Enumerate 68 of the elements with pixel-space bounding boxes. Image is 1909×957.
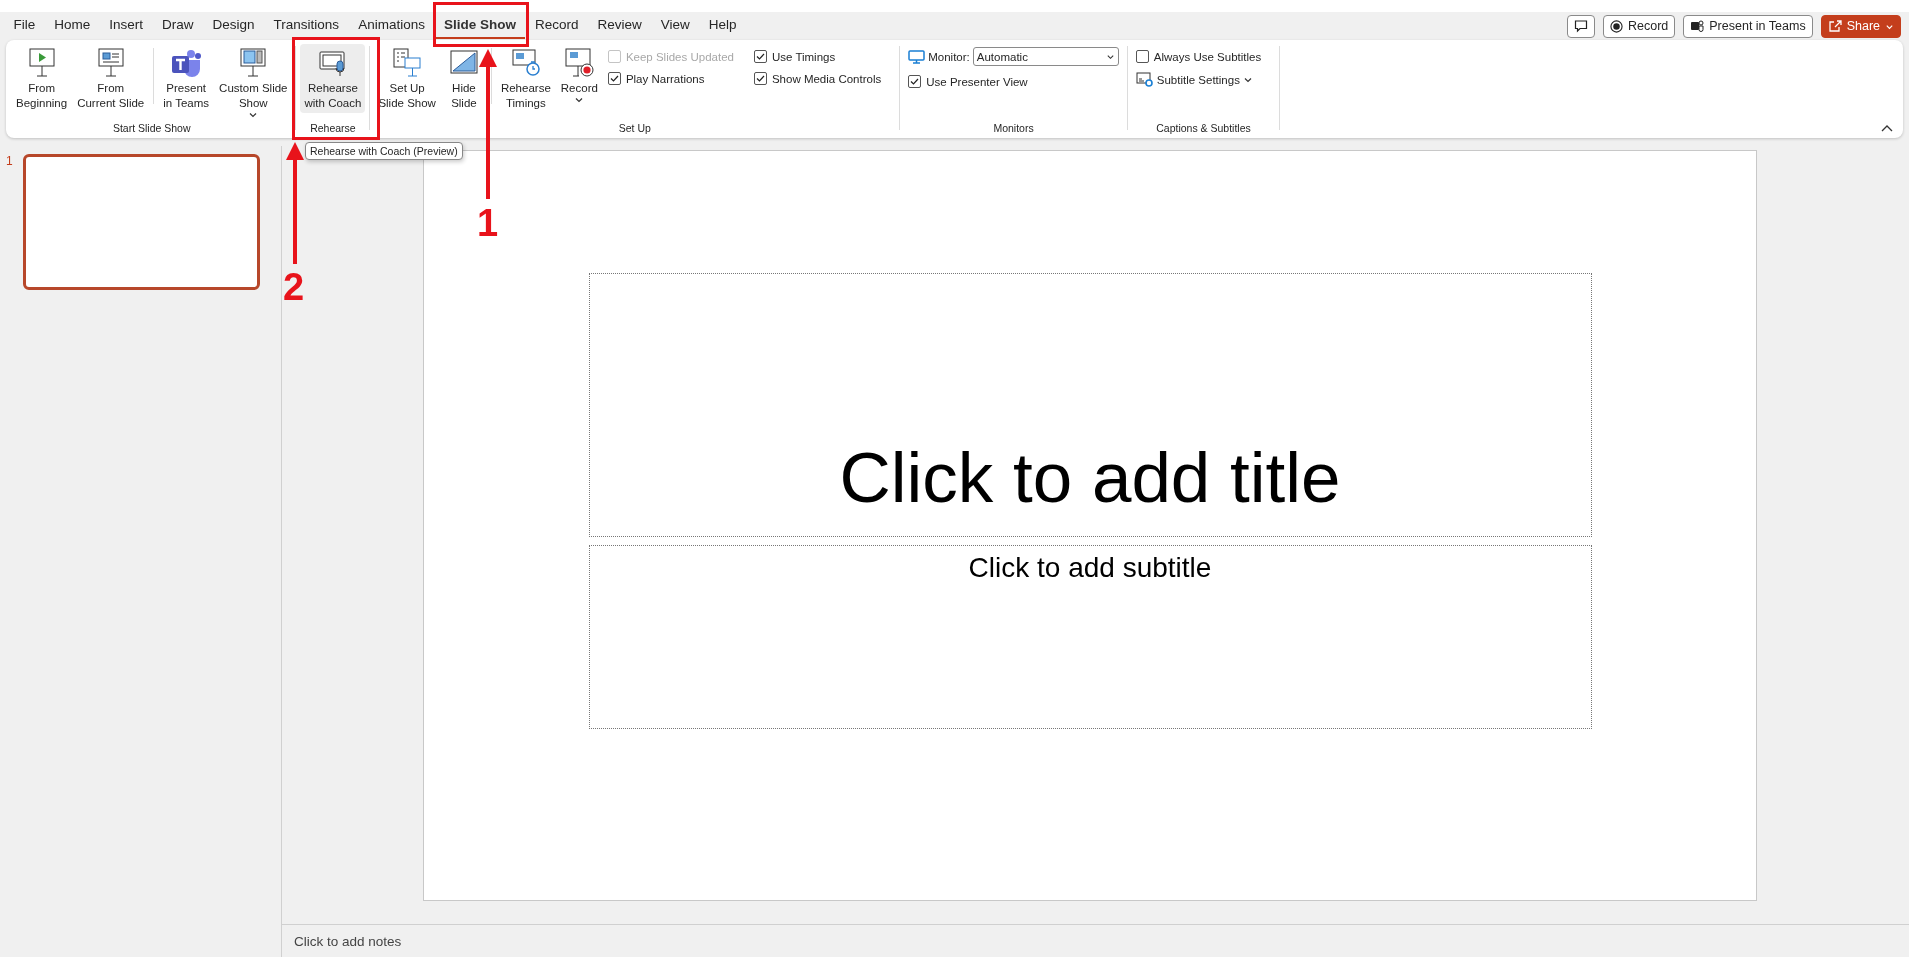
group-label: Captions & Subtitles [1155, 122, 1252, 136]
speech-bubble-icon [1574, 19, 1588, 33]
checkbox[interactable]: Use Presenter View [908, 75, 1109, 88]
ribbon-button[interactable]: Present in Teams [159, 44, 214, 113]
ribbon-tab[interactable]: Transitions [264, 13, 349, 39]
setup-screen-icon [391, 47, 424, 79]
ribbon-tab[interactable]: Design [203, 13, 265, 39]
group-label: Monitors [992, 122, 1035, 136]
ribbon-button[interactable]: From Beginning [12, 44, 72, 113]
subtitle-settings-button[interactable]: Subtitle Settings [1135, 72, 1272, 87]
caret-icon [575, 97, 584, 103]
title-placeholder[interactable]: Click to add title [588, 273, 1592, 537]
subtitle-settings-icon [1135, 72, 1153, 87]
ribbon-button[interactable]: Rehearse with Coach [300, 44, 366, 113]
ribbon-tab[interactable]: File [4, 13, 45, 39]
checkbox[interactable]: Play Narrations [607, 72, 734, 85]
teams-icon [170, 47, 203, 79]
subtitle-placeholder[interactable]: Click to add subtitle [588, 545, 1592, 729]
comments-button[interactable] [1567, 14, 1595, 38]
notes-field[interactable]: Click to add notes [282, 924, 1909, 957]
ribbon-tab[interactable]: Draw [152, 13, 204, 39]
group-label: Start Slide Show [111, 122, 192, 136]
caret-icon [1105, 52, 1115, 61]
ribbon-button[interactable]: From Current Slide [73, 44, 149, 113]
ribbon-tab[interactable]: View [651, 13, 700, 39]
ribbon-tab[interactable]: Home [44, 13, 100, 39]
screen-record-icon [563, 47, 596, 79]
ribbon-button[interactable]: Record [556, 44, 602, 105]
chevron-up-icon [1881, 124, 1893, 132]
share-icon [1827, 19, 1842, 33]
check-icon [608, 73, 620, 84]
checkbox[interactable]: Always Use Subtitles [1135, 50, 1262, 63]
check-icon [909, 76, 921, 87]
ribbon-button[interactable]: Hide Slide [441, 44, 486, 113]
checkbox[interactable]: Use Timings [753, 50, 882, 63]
screen-stopwatch-icon [509, 47, 542, 79]
ribbon-tab[interactable]: Review [587, 13, 652, 39]
ribbon-button[interactable]: Set Up Slide Show [374, 44, 440, 113]
slide-number: 1 [6, 154, 13, 170]
ribbon-button[interactable]: Custom Slide Show [215, 44, 292, 120]
projector-screen-icon [95, 47, 126, 79]
monitor-dropdown[interactable]: Automatic [972, 47, 1119, 66]
ribbon-tab[interactable]: Help [699, 13, 747, 39]
check-icon [754, 73, 766, 84]
check-icon [754, 51, 766, 62]
ribbon-button[interactable]: Rehearse Timings [496, 44, 555, 113]
custom-show-icon [238, 47, 269, 79]
annotation-number: 2 [283, 268, 305, 306]
caret-icon [249, 112, 258, 118]
group-label: Rehearse [309, 122, 357, 136]
slide-thumbnail[interactable] [22, 154, 260, 290]
record-icon [1610, 19, 1623, 33]
teams-icon [1690, 19, 1705, 33]
annotation-number: 1 [477, 204, 499, 242]
monitor-label: Monitor: [928, 50, 970, 63]
record-button[interactable]: Record [1603, 14, 1676, 38]
tooltip: Rehearse with Coach (Preview) [305, 142, 463, 160]
group-label: Set Up [617, 122, 652, 136]
monitor-icon [908, 49, 926, 64]
ribbon-tab[interactable]: Insert [99, 13, 153, 39]
ribbon-tab[interactable]: Record [525, 13, 588, 39]
ribbon-tab[interactable]: Animations [348, 13, 435, 39]
caret-icon [1243, 76, 1252, 83]
present-in-teams-button[interactable]: Present in Teams [1683, 14, 1813, 38]
checkbox[interactable]: Show Media Controls [753, 72, 882, 85]
projector-screen-play-icon [26, 47, 57, 79]
collapse-ribbon-button[interactable] [1881, 124, 1893, 132]
share-button[interactable]: Share [1820, 14, 1901, 38]
